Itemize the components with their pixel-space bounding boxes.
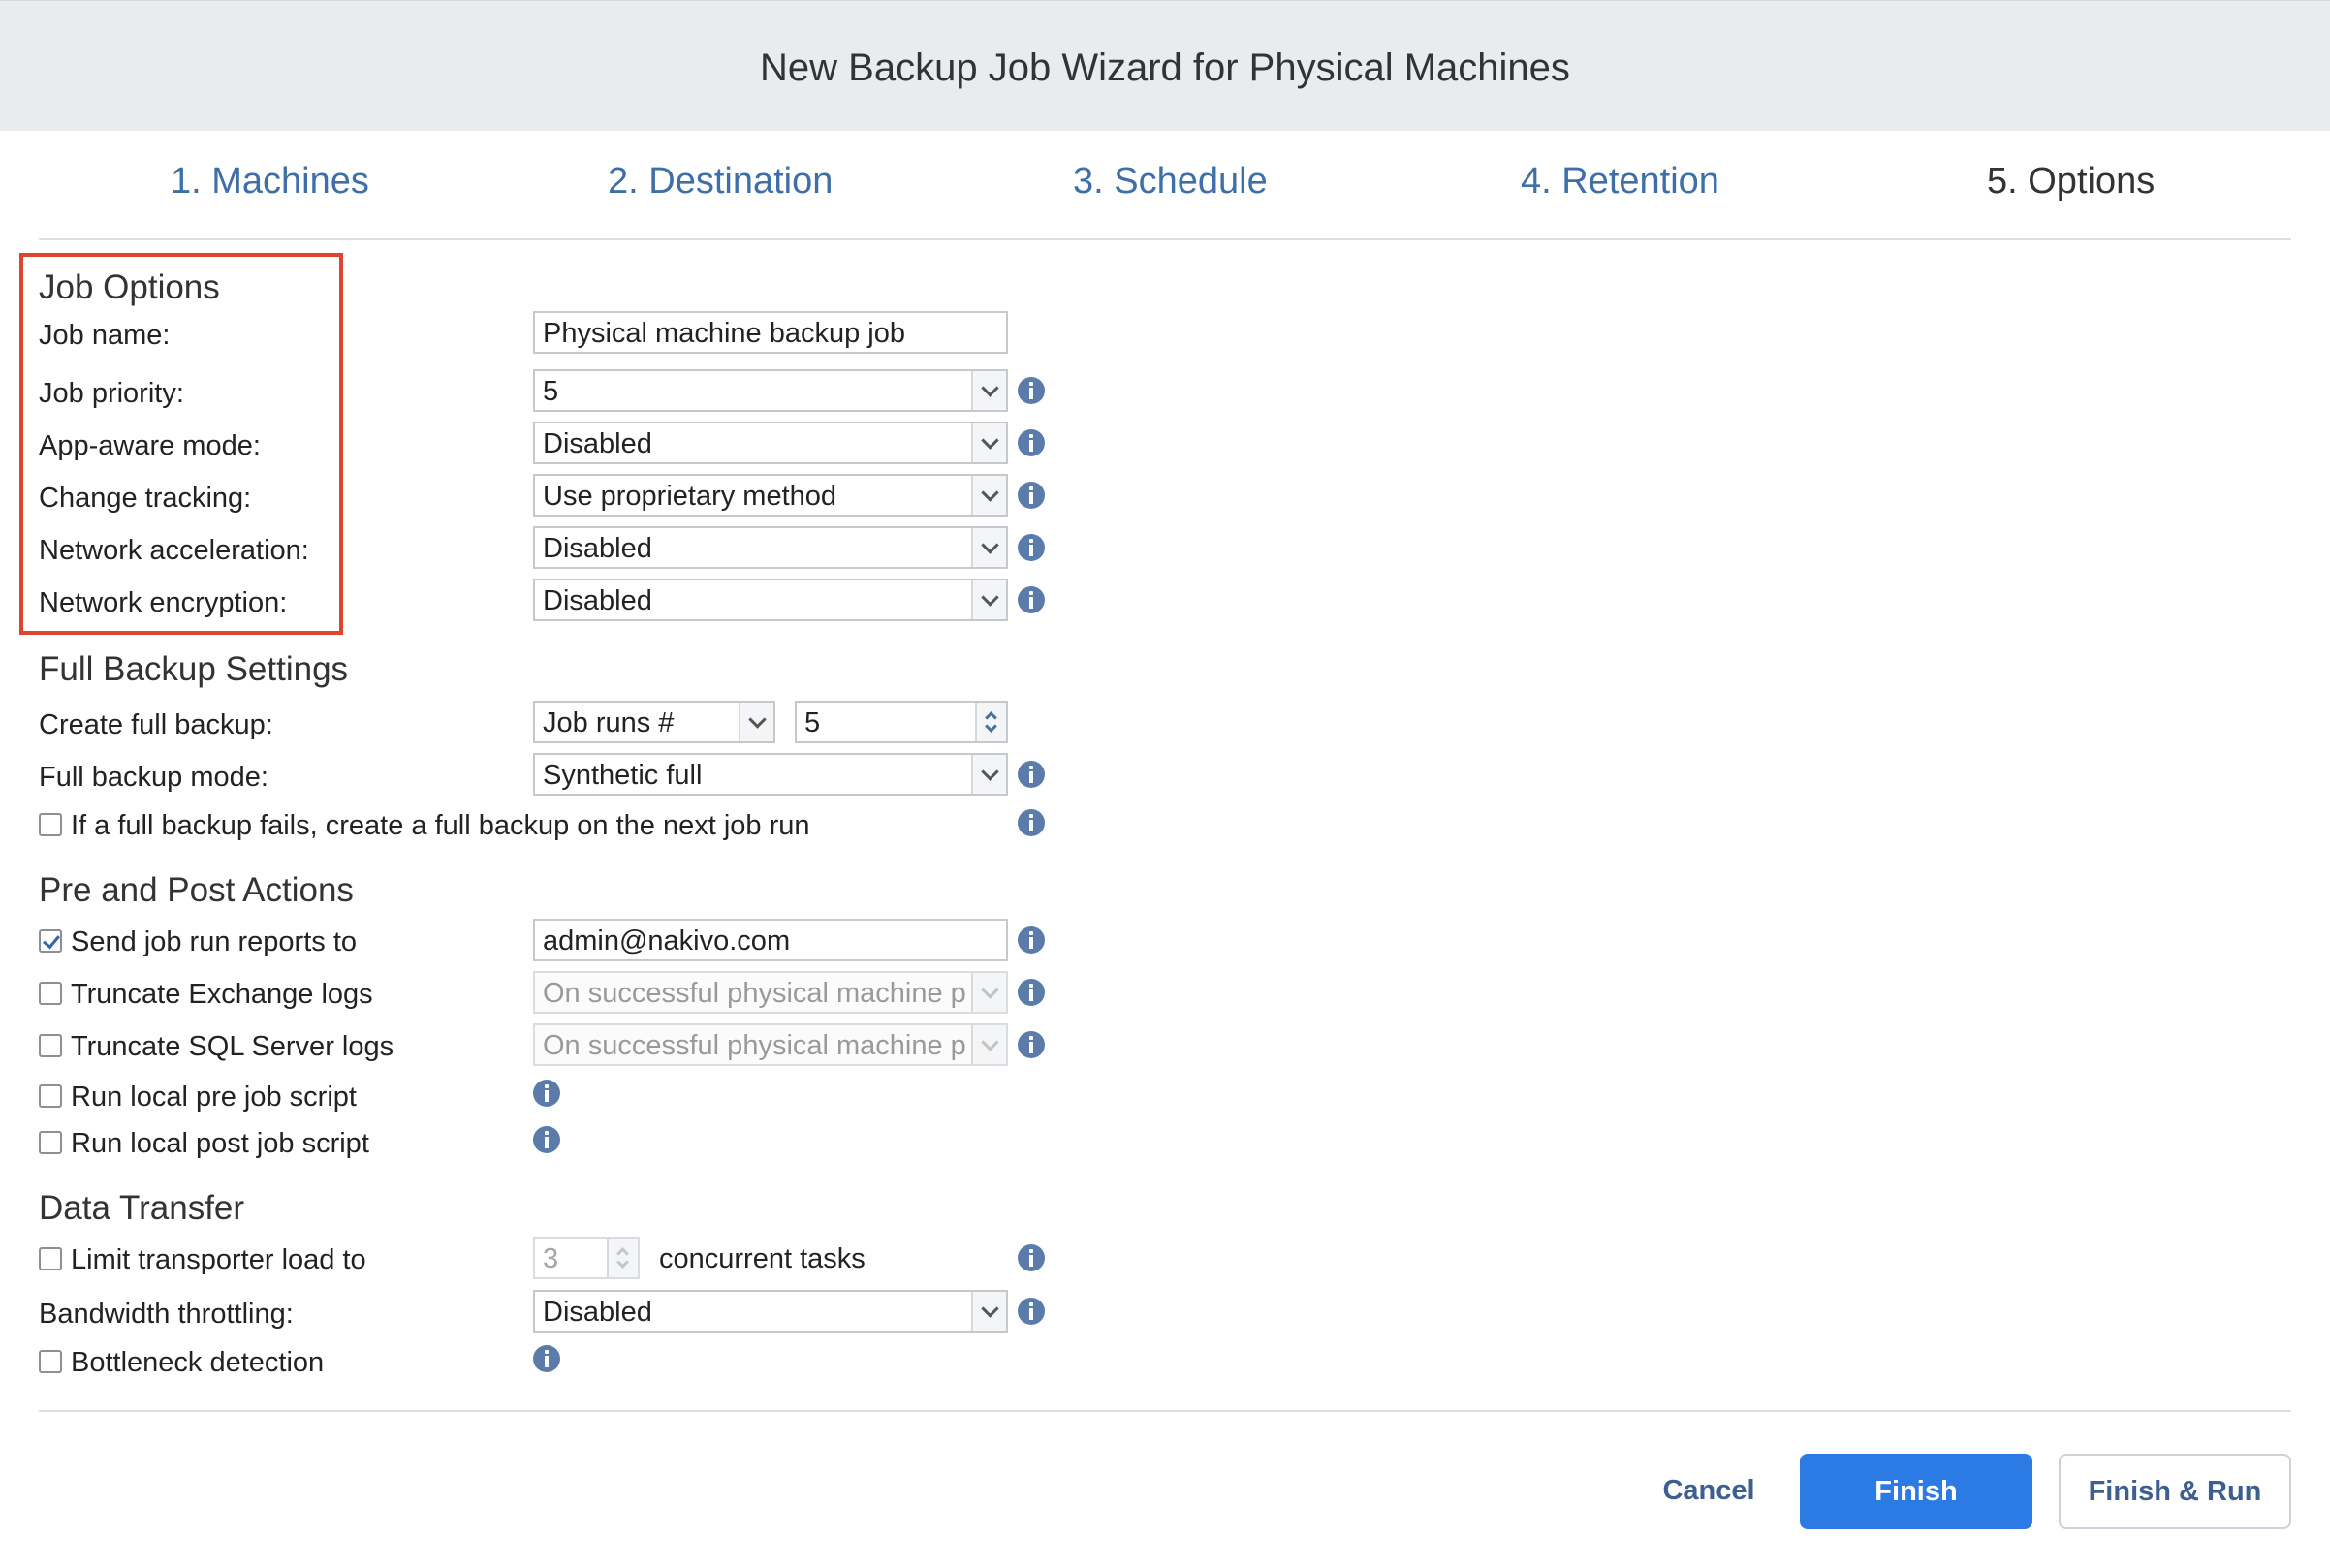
stepper-buttons[interactable] (607, 1239, 638, 1277)
chevron-down-icon[interactable] (971, 755, 1006, 794)
app-aware-label: App-aware mode: (39, 430, 261, 461)
info-icon[interactable] (1018, 1031, 1045, 1058)
network-acceleration-select[interactable]: Disabled (533, 526, 1008, 569)
stepper-buttons[interactable] (975, 703, 1006, 741)
chevron-down-icon[interactable] (971, 528, 1006, 567)
send-reports-checkbox[interactable] (39, 929, 62, 953)
truncate-exchange-value: On successful physical machine processin… (543, 978, 967, 1009)
chevron-down-icon[interactable] (971, 423, 1006, 462)
tab-options[interactable]: 5. Options (1987, 161, 2155, 203)
full-backup-count-stepper[interactable]: 5 (795, 701, 1008, 743)
network-encryption-select[interactable]: Disabled (533, 579, 1008, 621)
full-backup-fail-checkbox[interactable] (39, 813, 62, 836)
chevron-down-icon[interactable] (971, 476, 1006, 515)
pre-job-script-checkbox[interactable] (39, 1084, 62, 1108)
job-priority-select[interactable]: 5 (533, 369, 1008, 412)
info-icon[interactable] (1018, 979, 1045, 1006)
info-icon[interactable] (1018, 926, 1045, 954)
info-icon[interactable] (1018, 482, 1045, 509)
tabs-divider (39, 238, 2291, 240)
chevron-down-icon[interactable] (971, 973, 1006, 1012)
info-icon[interactable] (1018, 377, 1045, 404)
change-tracking-label: Change tracking: (39, 483, 252, 514)
footer-divider (39, 1410, 2291, 1412)
bandwidth-throttling-label: Bandwidth throttling: (39, 1299, 294, 1330)
chevron-down-icon[interactable] (971, 1025, 1006, 1064)
full-backup-count-value: 5 (804, 707, 821, 738)
change-tracking-value: Use proprietary method (543, 481, 837, 512)
job-priority-label: Job priority: (39, 378, 184, 409)
tab-schedule[interactable]: 3. Schedule (1073, 161, 1268, 203)
finish-and-run-button[interactable]: Finish & Run (2059, 1454, 2291, 1529)
limit-transporter-label: Limit transporter load to (71, 1244, 366, 1275)
create-full-backup-value: Job runs # (543, 707, 675, 738)
full-backup-title: Full Backup Settings (39, 650, 349, 688)
info-icon[interactable] (1018, 586, 1045, 613)
post-job-script-checkbox[interactable] (39, 1131, 62, 1154)
chevron-down-icon[interactable] (971, 1292, 1006, 1331)
truncate-exchange-checkbox[interactable] (39, 982, 62, 1005)
info-icon[interactable] (1018, 809, 1045, 836)
job-name-input[interactable]: Physical machine backup job (533, 311, 1008, 354)
bottleneck-detection-label: Bottleneck detection (71, 1347, 325, 1378)
full-backup-mode-select[interactable]: Synthetic full (533, 753, 1008, 796)
truncate-sql-label: Truncate SQL Server logs (71, 1031, 394, 1062)
info-icon[interactable] (533, 1126, 560, 1153)
create-full-backup-label: Create full backup: (39, 709, 273, 740)
app-aware-value: Disabled (543, 428, 652, 459)
bandwidth-throttling-select[interactable]: Disabled (533, 1290, 1008, 1333)
pre-job-script-label: Run local pre job script (71, 1082, 357, 1113)
truncate-sql-select[interactable]: On successful physical machine processin… (533, 1023, 1008, 1066)
truncate-exchange-select[interactable]: On successful physical machine processin… (533, 971, 1008, 1014)
truncate-sql-value: On successful physical machine processin… (543, 1030, 967, 1061)
info-icon[interactable] (533, 1345, 560, 1372)
chevron-down-icon[interactable] (616, 1256, 629, 1269)
bottleneck-detection-checkbox[interactable] (39, 1350, 62, 1373)
info-icon[interactable] (1018, 761, 1045, 788)
cancel-button[interactable]: Cancel (1641, 1454, 1777, 1527)
info-icon[interactable] (1018, 429, 1045, 456)
app-aware-select[interactable]: Disabled (533, 422, 1008, 464)
email-field[interactable]: admin@nakivo.com (533, 919, 1008, 961)
create-full-backup-select[interactable]: Job runs # (533, 701, 775, 743)
chevron-down-icon[interactable] (971, 371, 1006, 410)
wizard-title-bar: New Backup Job Wizard for Physical Machi… (0, 0, 2330, 131)
data-transfer-title: Data Transfer (39, 1189, 245, 1227)
finish-button[interactable]: Finish (1800, 1454, 2032, 1529)
network-encryption-label: Network encryption: (39, 587, 288, 618)
chevron-down-icon[interactable] (739, 703, 773, 741)
job-priority-value: 5 (543, 376, 559, 407)
limit-transporter-stepper[interactable]: 3 (533, 1237, 640, 1279)
wizard-title: New Backup Job Wizard for Physical Machi… (760, 47, 1570, 89)
chevron-down-icon[interactable] (985, 720, 997, 733)
bandwidth-throttling-value: Disabled (543, 1297, 652, 1328)
job-options-title: Job Options (39, 268, 220, 306)
job-name-label: Job name: (39, 320, 171, 351)
limit-transporter-value: 3 (543, 1243, 559, 1274)
full-backup-fail-label: If a full backup fails, create a full ba… (71, 810, 810, 841)
change-tracking-select[interactable]: Use proprietary method (533, 474, 1008, 517)
network-acceleration-label: Network acceleration: (39, 535, 309, 566)
tab-machines[interactable]: 1. Machines (171, 161, 369, 203)
network-encryption-value: Disabled (543, 585, 652, 616)
full-backup-mode-label: Full backup mode: (39, 762, 268, 793)
tab-destination[interactable]: 2. Destination (608, 161, 833, 203)
network-acceleration-value: Disabled (543, 533, 652, 564)
info-icon[interactable] (533, 1080, 560, 1107)
chevron-down-icon[interactable] (971, 580, 1006, 619)
info-icon[interactable] (1018, 1244, 1045, 1271)
info-icon[interactable] (1018, 534, 1045, 561)
info-icon[interactable] (1018, 1298, 1045, 1325)
tab-retention[interactable]: 4. Retention (1521, 161, 1719, 203)
send-reports-label: Send job run reports to (71, 926, 358, 957)
concurrent-tasks-label: concurrent tasks (659, 1243, 866, 1274)
post-job-script-label: Run local post job script (71, 1128, 369, 1159)
limit-transporter-checkbox[interactable] (39, 1247, 62, 1270)
truncate-exchange-label: Truncate Exchange logs (71, 979, 373, 1010)
full-backup-mode-value: Synthetic full (543, 760, 703, 791)
pre-post-title: Pre and Post Actions (39, 871, 354, 909)
truncate-sql-checkbox[interactable] (39, 1034, 62, 1057)
